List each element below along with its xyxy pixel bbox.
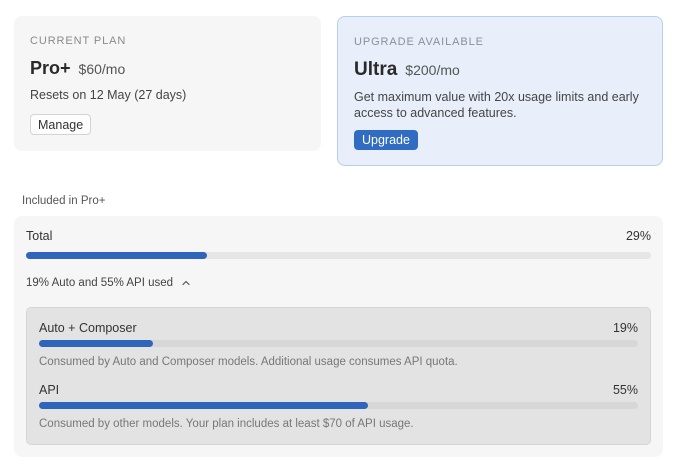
auto-composer-percent: 19%: [612, 321, 638, 335]
upgrade-card: UPGRADE AVAILABLE Ultra $200/mo Get maxi…: [337, 16, 663, 166]
auto-composer-bar: [39, 340, 638, 347]
total-usage-bar: [26, 252, 651, 259]
manage-button[interactable]: Manage: [30, 114, 92, 135]
current-plan-card: CURRENT PLAN Pro+ $60/mo Resets on 12 Ma…: [14, 16, 321, 151]
usage-breakdown-label: 19% Auto and 55% API used: [26, 277, 174, 289]
upgrade-plan-line: Ultra $200/mo: [354, 59, 460, 81]
auto-composer-description: Consumed by Auto and Composer models. Ad…: [39, 356, 458, 368]
api-description: Consumed by other models. Your plan incl…: [39, 418, 414, 430]
current-plan-name: Pro+: [30, 58, 71, 78]
total-usage-percent: 29%: [625, 229, 651, 243]
upgrade-plan-name: Ultra: [354, 59, 398, 80]
api-percent: 55%: [612, 383, 638, 397]
current-plan-eyebrow: CURRENT PLAN: [30, 35, 127, 47]
current-plan-price: $60/mo: [78, 61, 126, 77]
plan-reset-date: Resets on 12 May (27 days): [30, 88, 187, 102]
upgrade-plan-price: $200/mo: [405, 62, 460, 78]
api-bar: [39, 402, 638, 409]
upgrade-eyebrow: UPGRADE AVAILABLE: [354, 36, 484, 48]
usage-card: Total 29% 19% Auto and 55% API used Auto…: [14, 216, 663, 457]
auto-composer-label: Auto + Composer: [39, 321, 137, 335]
usage-breakdown-toggle[interactable]: 19% Auto and 55% API used: [26, 277, 191, 289]
included-label: Included in Pro+: [22, 195, 106, 207]
upgrade-description: Get maximum value with 20x usage limits …: [354, 90, 639, 120]
usage-breakdown-panel: Auto + Composer 19% Consumed by Auto and…: [26, 307, 651, 445]
current-plan-line: Pro+ $60/mo: [30, 58, 125, 79]
upgrade-button[interactable]: Upgrade: [354, 130, 418, 150]
auto-composer-bar-fill: [39, 340, 153, 347]
chevron-up-icon: [182, 280, 190, 286]
total-usage-bar-fill: [26, 252, 208, 259]
total-usage-label: Total: [26, 229, 53, 243]
api-bar-fill: [39, 402, 369, 409]
api-label: API: [39, 383, 60, 397]
